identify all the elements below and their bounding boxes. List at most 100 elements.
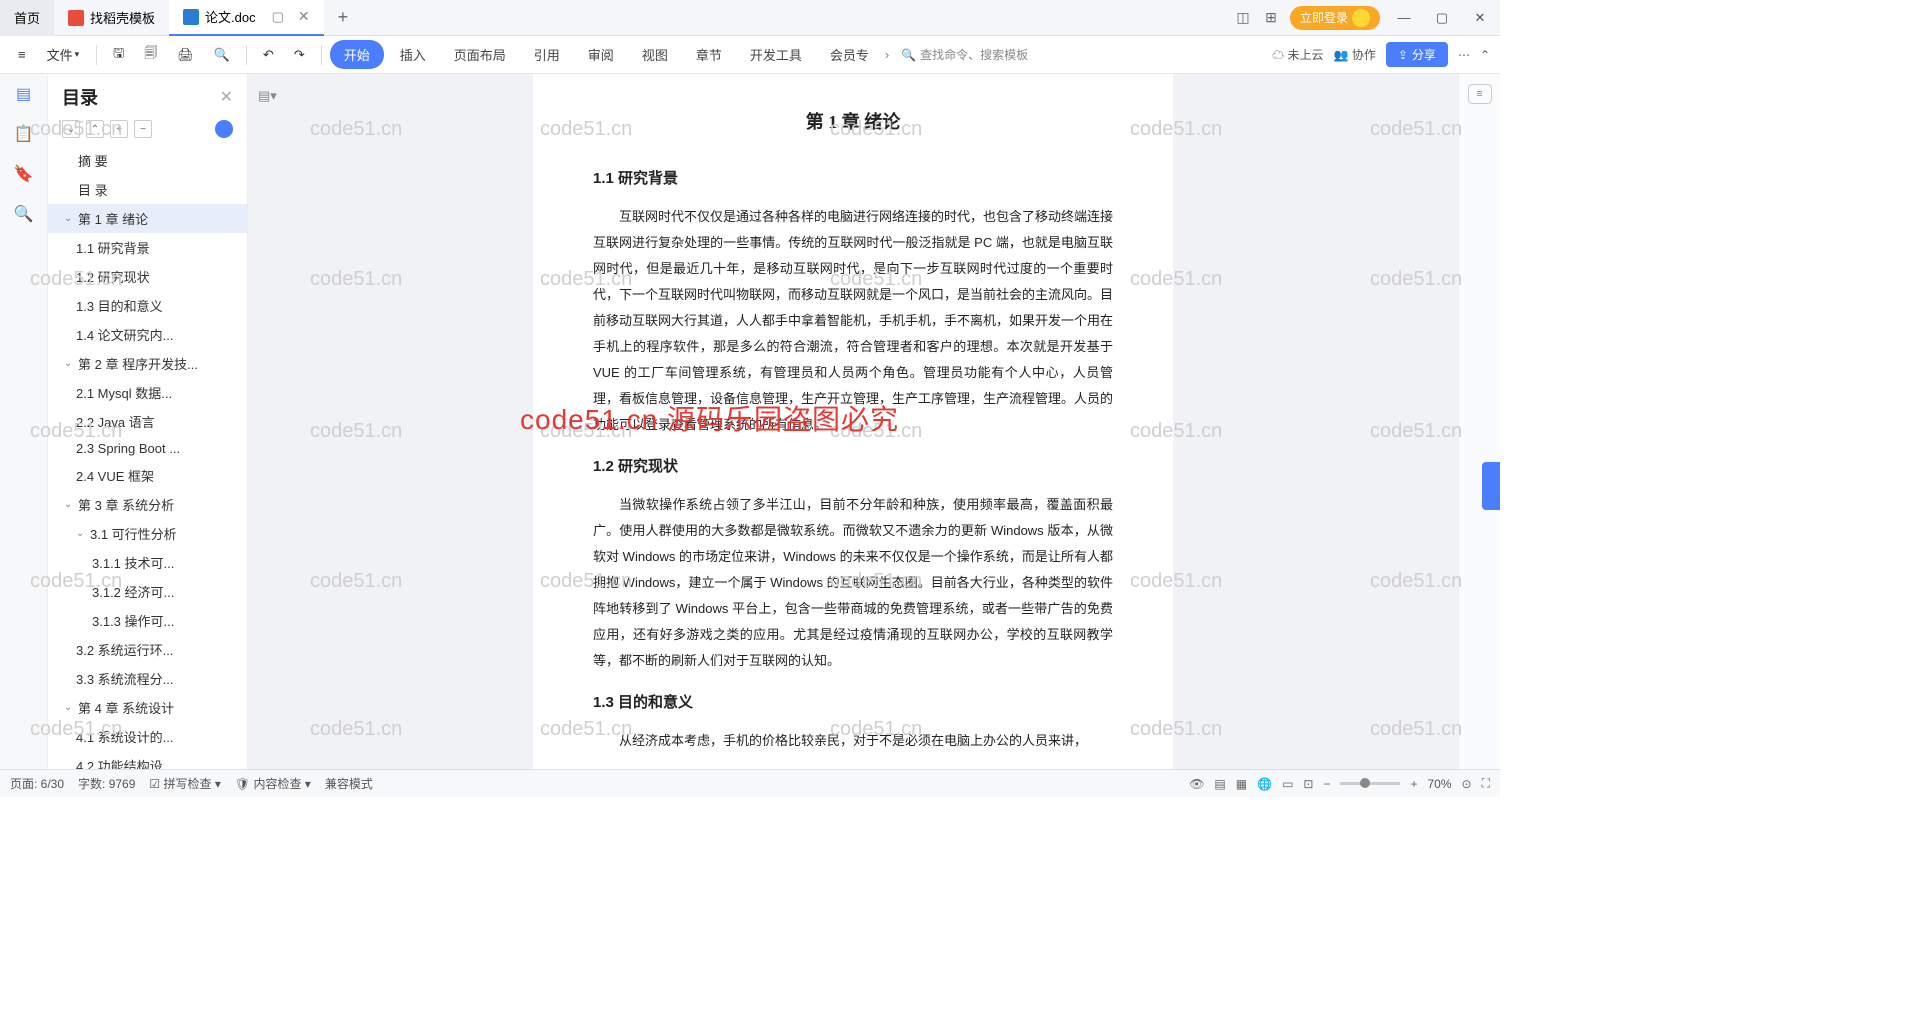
outline-item[interactable]: 2.1 Mysql 数据... bbox=[48, 378, 247, 407]
undo-icon[interactable]: ↶ bbox=[255, 43, 282, 67]
expand-all-icon[interactable]: ⌃ bbox=[86, 120, 104, 138]
outline-item-label: 摘 要 bbox=[78, 151, 108, 170]
new-tab-button[interactable]: + bbox=[324, 7, 363, 28]
page-indicator[interactable]: 页面: 6/30 bbox=[10, 775, 64, 792]
tab-reference[interactable]: 引用 bbox=[522, 40, 572, 69]
outline-item[interactable]: ⌄第 1 章 绪论 bbox=[48, 204, 247, 233]
sync-icon[interactable] bbox=[215, 120, 233, 138]
tab-templates[interactable]: 找稻壳模板 bbox=[54, 0, 169, 36]
content-check[interactable]: 🛡 内容检查 ▾ bbox=[235, 775, 311, 792]
outline-icon[interactable]: ▤ bbox=[14, 84, 34, 104]
outline-item[interactable]: 1.1 研究背景 bbox=[48, 233, 247, 262]
tab-home[interactable]: 首页 bbox=[0, 0, 54, 36]
view-page-icon[interactable]: ▤ bbox=[1214, 777, 1225, 791]
tab-view[interactable]: 视图 bbox=[630, 40, 680, 69]
zoom-in-button[interactable]: + bbox=[1410, 777, 1417, 791]
section-heading: 1.3 目的和意义 bbox=[593, 688, 1113, 718]
zoom-settings-icon[interactable]: ⊡ bbox=[1303, 777, 1313, 791]
more-icon[interactable]: › bbox=[885, 47, 889, 62]
chevron-down-icon: ⌄ bbox=[64, 702, 74, 713]
panel-close-icon[interactable]: ✕ bbox=[220, 87, 233, 107]
save-icon[interactable]: 🖫 bbox=[105, 40, 132, 70]
outline-list: 摘 要目 录⌄第 1 章 绪论1.1 研究背景1.2 研究现状1.3 目的和意义… bbox=[48, 146, 247, 769]
spellcheck-toggle[interactable]: ☑ 拼写检查 ▾ bbox=[149, 775, 220, 792]
outline-item[interactable]: 1.3 目的和意义 bbox=[48, 291, 247, 320]
zoom-slider[interactable] bbox=[1340, 782, 1400, 785]
outline-item[interactable]: 3.3 系统流程分... bbox=[48, 664, 247, 693]
view-read-icon[interactable]: ▭ bbox=[1282, 777, 1293, 791]
outline-item[interactable]: ⌄第 2 章 程序开发技... bbox=[48, 349, 247, 378]
tab-review[interactable]: 审阅 bbox=[576, 40, 626, 69]
clipboard-icon[interactable]: 📋 bbox=[14, 124, 34, 144]
preview-icon[interactable]: 🔍 bbox=[206, 43, 238, 67]
tab-member[interactable]: 会员专 bbox=[818, 40, 881, 69]
outline-item[interactable]: 摘 要 bbox=[48, 146, 247, 175]
level-up-icon[interactable]: + bbox=[110, 120, 128, 138]
feedback-tab[interactable] bbox=[1482, 462, 1500, 510]
outline-item[interactable]: 3.2 系统运行环... bbox=[48, 635, 247, 664]
word-count[interactable]: 字数: 9769 bbox=[78, 775, 135, 792]
save-as-icon[interactable]: 🗐 bbox=[136, 40, 165, 70]
outline-item[interactable]: 目 录 bbox=[48, 175, 247, 204]
bookmark-icon[interactable]: 🔖 bbox=[14, 164, 34, 184]
outline-item[interactable]: 3.1.2 经济可... bbox=[48, 577, 247, 606]
tab-document[interactable]: 论文.doc▢✕ bbox=[169, 0, 324, 36]
outline-item[interactable]: ⌄第 3 章 系统分析 bbox=[48, 490, 247, 519]
search-icon[interactable]: 🔍 bbox=[14, 204, 34, 224]
file-menu[interactable]: 文件 ▾ bbox=[38, 40, 89, 69]
outline-item[interactable]: 2.4 VUE 框架 bbox=[48, 461, 247, 490]
print-icon[interactable]: 🖨 bbox=[169, 43, 202, 67]
toolbar: ≡ 文件 ▾ 🖫 🗐 🖨 🔍 ↶ ↷ 开始 插入 页面布局 引用 审阅 视图 章… bbox=[0, 36, 1500, 74]
outline-item[interactable]: 3.1.1 技术可... bbox=[48, 548, 247, 577]
outline-item[interactable]: 4.1 系统设计的... bbox=[48, 722, 247, 751]
overflow-icon[interactable]: ⋯ bbox=[1458, 48, 1470, 62]
cloud-label: 未上云 bbox=[1288, 48, 1324, 62]
outline-item[interactable]: ⌄3.1 可行性分析 bbox=[48, 519, 247, 548]
level-down-icon[interactable]: − bbox=[134, 120, 152, 138]
outline-item-label: 4.1 系统设计的... bbox=[76, 727, 174, 746]
expand-icon[interactable]: ⌃ bbox=[1480, 48, 1490, 62]
document-area[interactable]: ▤▾ 第 1 章 绪论 1.1 研究背景 互联网时代不仅仅是通过各种各样的电脑进… bbox=[248, 74, 1458, 769]
collab-button[interactable]: 👥 协作 bbox=[1334, 46, 1376, 63]
fullscreen-icon[interactable]: ⛶ bbox=[1482, 776, 1490, 791]
paragraph: 当微软操作系统占领了多半江山，目前不分年龄和种族，使用频率最高，覆盖面积最广。使… bbox=[593, 492, 1113, 674]
view-web-icon[interactable]: ▦ bbox=[1236, 777, 1247, 791]
tab-chapter[interactable]: 章节 bbox=[684, 40, 734, 69]
redo-icon[interactable]: ↷ bbox=[286, 43, 313, 67]
outline-item[interactable]: 2.2 Java 语言 bbox=[48, 407, 247, 436]
maximize-button[interactable]: ▢ bbox=[1428, 4, 1456, 32]
cloud-status[interactable]: ☁ 未上云 bbox=[1272, 46, 1323, 63]
zoom-value[interactable]: 70% bbox=[1428, 777, 1452, 791]
layout-icon[interactable]: ◫ bbox=[1234, 9, 1252, 27]
outline-item[interactable]: 4.2 功能结构设... bbox=[48, 751, 247, 769]
zoom-out-button[interactable]: − bbox=[1323, 777, 1330, 791]
chapter-title: 第 1 章 绪论 bbox=[593, 104, 1113, 140]
outline-item[interactable]: 3.1.3 操作可... bbox=[48, 606, 247, 635]
tab-devtools[interactable]: 开发工具 bbox=[738, 40, 814, 69]
share-button[interactable]: ⇪ 分享 bbox=[1386, 42, 1448, 67]
outline-item[interactable]: 2.3 Spring Boot ... bbox=[48, 436, 247, 461]
outline-item[interactable]: ⌄第 4 章 系统设计 bbox=[48, 693, 247, 722]
panel-toggle-icon[interactable]: ≡ bbox=[1468, 84, 1492, 104]
close-icon[interactable]: ✕ bbox=[298, 8, 310, 25]
outline-item[interactable]: 1.4 论文研究内... bbox=[48, 320, 247, 349]
tab-insert[interactable]: 插入 bbox=[388, 40, 438, 69]
outline-item-label: 3.1.1 技术可... bbox=[92, 553, 174, 572]
login-button[interactable]: 立即登录 bbox=[1290, 6, 1380, 30]
eye-icon[interactable]: 👁 bbox=[1189, 777, 1204, 791]
page-options-icon[interactable]: ▤▾ bbox=[258, 88, 277, 104]
separator bbox=[246, 45, 247, 65]
tab-start[interactable]: 开始 bbox=[330, 40, 384, 69]
apps-icon[interactable]: ⊞ bbox=[1262, 9, 1280, 27]
menu-icon[interactable]: ≡ bbox=[10, 43, 34, 66]
minimize-button[interactable]: — bbox=[1390, 4, 1418, 32]
command-search[interactable]: 🔍 查找命令、搜索模板 bbox=[901, 46, 1028, 63]
tab-layout[interactable]: 页面布局 bbox=[442, 40, 518, 69]
view-outline-icon[interactable]: 🌐 bbox=[1257, 777, 1272, 791]
collapse-all-icon[interactable]: ⌄ bbox=[62, 120, 80, 138]
outline-item[interactable]: 1.2 研究现状 bbox=[48, 262, 247, 291]
fit-icon[interactable]: ⊙ bbox=[1462, 777, 1472, 791]
present-icon[interactable]: ▢ bbox=[272, 9, 284, 25]
close-button[interactable]: ✕ bbox=[1466, 4, 1494, 32]
content-label: 内容检查 bbox=[253, 777, 301, 791]
